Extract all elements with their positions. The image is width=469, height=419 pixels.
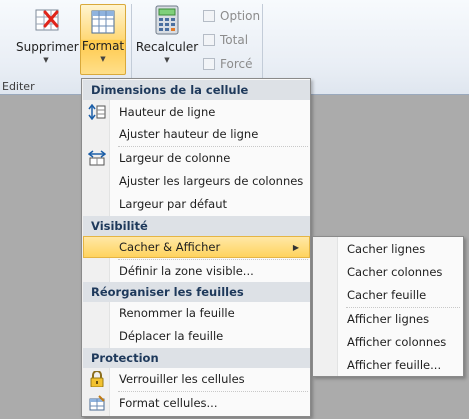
lock-icon: [90, 371, 104, 387]
submenu-arrow-icon: ▶: [292, 243, 299, 252]
chevron-down-icon: ▼: [43, 56, 49, 64]
menu-item-visible-zone[interactable]: Définir la zone visible...: [83, 260, 310, 282]
hide-show-label: Cacher & Afficher: [119, 240, 221, 254]
section-reorganize-sheets: Réorganiser les feuilles: [83, 282, 310, 302]
menu-item-rename-sheet[interactable]: Renommer la feuille: [83, 302, 310, 324]
lock-cells-label: Verrouiller les cellules: [119, 372, 245, 386]
delete-label: Supprimer: [16, 40, 79, 54]
chevron-down-icon: ▼: [100, 55, 106, 63]
option-checkbox[interactable]: Option: [203, 8, 260, 24]
fit-row-height-label: Ajuster hauteur de ligne: [119, 127, 259, 141]
recalculate-label: Recalculer: [135, 40, 199, 54]
total-checkbox[interactable]: Total: [203, 32, 248, 48]
submenu-item-show-rows[interactable]: Afficher lignes: [314, 308, 462, 330]
format-dropdown-menu: Dimensions de la cellule Hauteur de lign…: [81, 78, 311, 417]
row-height-label: Hauteur de ligne: [119, 105, 216, 119]
format-button[interactable]: Format ▼: [80, 4, 126, 75]
delete-cells-icon: [35, 9, 59, 31]
format-label: Format: [81, 39, 125, 53]
option-label: Option: [220, 9, 261, 23]
submenu-item-show-columns[interactable]: Afficher colonnes: [314, 331, 462, 353]
menu-item-hide-show[interactable]: Cacher & Afficher ▶: [83, 236, 310, 258]
section-visibility: Visibilité: [83, 216, 310, 236]
chevron-down-icon: ▼: [164, 56, 170, 64]
delete-button[interactable]: Supprimer ▼: [16, 4, 79, 64]
section-protection: Protection: [83, 348, 310, 368]
checkbox-box: [203, 10, 215, 22]
format-cells-icon: [91, 10, 115, 34]
menu-item-default-width[interactable]: Largeur par défaut: [83, 193, 310, 215]
default-width-label: Largeur par défaut: [119, 197, 228, 211]
column-width-icon: [88, 150, 106, 166]
section-cell-dimensions: Dimensions de la cellule: [83, 80, 310, 100]
checkbox-box: [203, 34, 215, 46]
fit-column-widths-label: Ajuster les largeurs de colonnes: [119, 174, 304, 188]
menu-item-fit-row-height[interactable]: Ajuster hauteur de ligne: [83, 123, 310, 145]
group-edit-label: Editer: [2, 80, 35, 93]
ribbon-separator: [131, 4, 132, 88]
force-label: Forcé: [220, 57, 253, 71]
rename-sheet-label: Renommer la feuille: [119, 306, 235, 320]
move-sheet-label: Déplacer la feuille: [119, 329, 224, 343]
recalculate-button[interactable]: Recalculer ▼: [134, 4, 200, 64]
menu-item-lock-cells[interactable]: Verrouiller les cellules: [83, 368, 310, 390]
submenu-item-hide-rows[interactable]: Cacher lignes: [314, 238, 462, 260]
force-checkbox[interactable]: Forcé: [203, 56, 252, 72]
format-cells-label: Format cellules...: [119, 396, 218, 410]
menu-item-fit-column-widths[interactable]: Ajuster les largeurs de colonnes: [83, 170, 310, 192]
menu-item-format-cells[interactable]: Format cellules...: [83, 392, 310, 414]
column-width-label: Largeur de colonne: [119, 151, 231, 165]
hide-show-submenu: Cacher lignes Cacher colonnes Cacher feu…: [312, 236, 464, 377]
total-label: Total: [220, 33, 249, 47]
row-height-icon: [88, 104, 106, 120]
calculator-icon: [155, 5, 179, 35]
ribbon-separator: [262, 4, 263, 88]
submenu-item-show-sheet[interactable]: Afficher feuille...: [314, 354, 462, 376]
menu-item-row-height[interactable]: Hauteur de ligne: [83, 101, 310, 123]
submenu-item-hide-columns[interactable]: Cacher colonnes: [314, 261, 462, 283]
checkbox-box: [203, 58, 215, 70]
submenu-item-hide-sheet[interactable]: Cacher feuille: [314, 284, 462, 306]
menu-item-column-width[interactable]: Largeur de colonne: [83, 147, 310, 169]
menu-item-move-sheet[interactable]: Déplacer la feuille: [83, 325, 310, 347]
format-cells-icon: [89, 395, 105, 411]
visible-zone-label: Définir la zone visible...: [119, 264, 254, 278]
